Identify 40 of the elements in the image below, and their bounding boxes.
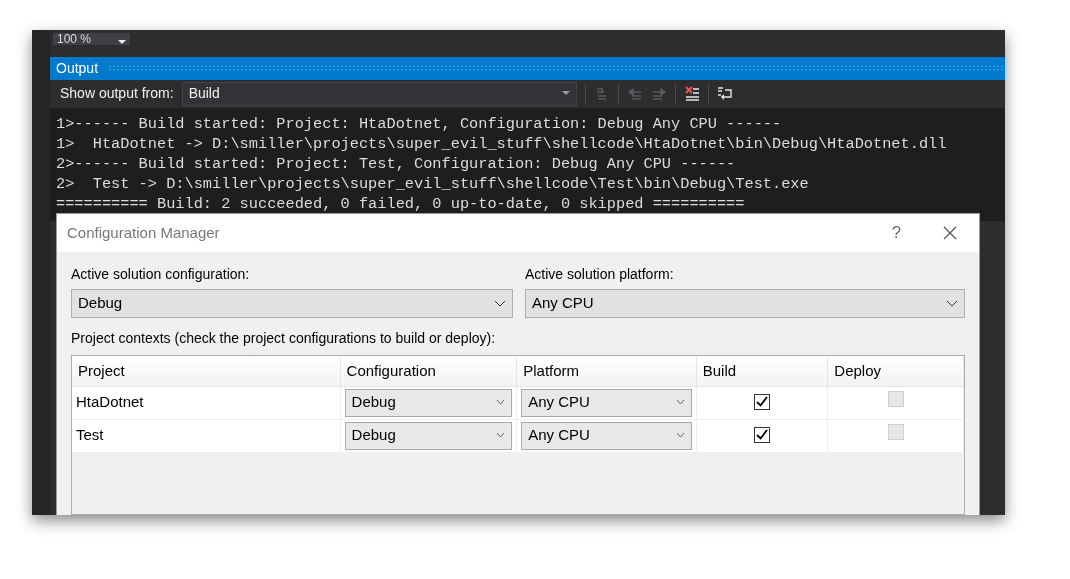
chevron-icon xyxy=(675,433,685,438)
platform-dropdown[interactable]: Any CPU xyxy=(521,421,692,450)
checkbox[interactable] xyxy=(754,393,770,410)
output-source-combo[interactable]: Build xyxy=(181,81,577,106)
project-name-cell: Test xyxy=(72,419,341,452)
dropdown-arrow-icon xyxy=(118,39,126,46)
field-label: Active solution configuration: xyxy=(71,265,251,284)
output-line: 2> Test -> D:\smiller\projects\super_evil_stuff\shellcode\Test\bin\Debug\Test.exe xyxy=(56,173,809,194)
word-wrap-icon[interactable] xyxy=(716,85,733,102)
chevron-icon xyxy=(496,400,506,405)
column-header: Platform xyxy=(516,356,697,386)
output-line: 1>------ Build started: Project: HtaDotnet, Configuration: Debug Any CPU ------ xyxy=(56,113,782,134)
configuration-dropdown[interactable]: Debug xyxy=(344,421,513,450)
output-line: ========== Build: 2 succeeded, 0 failed, 0 up-to-date, 0 skipped ========== xyxy=(56,193,745,214)
column-header: Configuration xyxy=(340,356,517,386)
output-line: 2>------ Build started: Project: Test, Configuration: Debug Any CPU ------ xyxy=(56,153,736,174)
field-label: Active solution platform: xyxy=(525,265,675,284)
close-icon[interactable] xyxy=(943,226,957,240)
column-header: Build xyxy=(696,356,828,386)
project-name-cell: HtaDotnet xyxy=(72,386,341,419)
dialog-title: Configuration Manager xyxy=(67,222,221,243)
panel-title: Output xyxy=(56,58,99,78)
configuration-dropdown[interactable]: Debug xyxy=(71,289,513,318)
section-label: Project contexts (check the project configurations to build or deploy): xyxy=(71,329,497,348)
show-output-label: Show output from: xyxy=(60,84,174,104)
column-header: Project xyxy=(72,356,341,386)
clear-all-icon[interactable] xyxy=(683,85,700,102)
chevron-icon xyxy=(675,400,685,405)
chevron-icon xyxy=(494,300,506,307)
platform-dropdown[interactable]: Any CPU xyxy=(521,388,692,417)
chevron-icon xyxy=(946,300,958,307)
dropdown-arrow-icon xyxy=(561,91,570,97)
output-line: 1> HtaDotnet -> D:\smiller\projects\super_evil_stuff\shellcode\HtaDotnet\bin\Debug\HtaDotnet.dll xyxy=(56,133,947,154)
chevron-icon xyxy=(496,433,506,438)
zoom-combo[interactable]: 100 % xyxy=(53,33,130,46)
checkbox[interactable] xyxy=(754,426,770,443)
column-header: Deploy xyxy=(827,356,964,386)
configuration-dropdown[interactable]: Debug xyxy=(344,388,513,417)
help-button[interactable]: ? xyxy=(892,221,901,245)
platform-dropdown[interactable]: Any CPU xyxy=(525,289,965,318)
